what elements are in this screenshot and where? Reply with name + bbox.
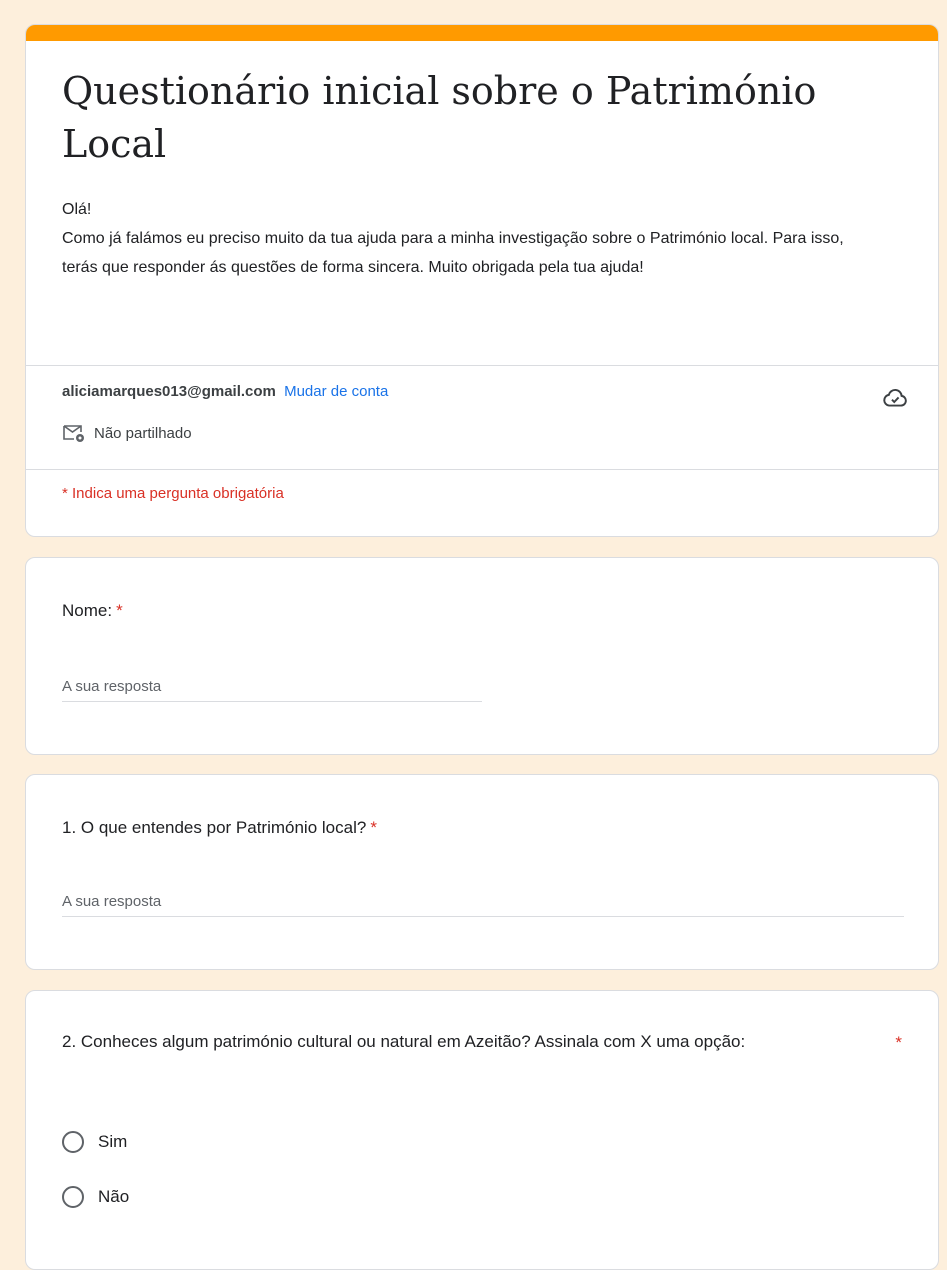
required-asterisk: * <box>116 601 123 620</box>
radio-label: Não <box>98 1187 130 1206</box>
question-text: 1. O que entendes por Património local? <box>62 818 367 837</box>
required-asterisk: * <box>370 818 377 837</box>
question-text: 2. Conheces algum património cultural ou… <box>62 1032 746 1051</box>
form-header-card: Questionário inicial sobre o Património … <box>25 24 939 537</box>
question-title: 1. O que entendes por Património local? * <box>62 813 377 842</box>
radio-option-nao[interactable]: Não <box>62 1186 129 1208</box>
question-card-2: 2. Conheces algum património cultural ou… <box>25 990 939 1270</box>
radio-button[interactable] <box>62 1131 84 1153</box>
name-input[interactable] <box>62 678 482 702</box>
mail-lock-icon <box>63 425 84 442</box>
radio-button[interactable] <box>62 1186 84 1208</box>
divider <box>26 469 938 470</box>
divider <box>26 365 938 366</box>
radio-label: Sim <box>98 1132 128 1151</box>
share-status-text: Não partilhado <box>94 424 192 442</box>
radio-option-sim[interactable]: Sim <box>62 1131 127 1153</box>
cloud-check-icon <box>883 388 907 407</box>
account-email: aliciamarques013@gmail.com <box>62 383 276 400</box>
form-title: Questionário inicial sobre o Património … <box>62 69 817 167</box>
question-title: 2. Conheces algum património cultural ou… <box>62 1027 862 1056</box>
question-card-1: 1. O que entendes por Património local? * <box>25 774 939 970</box>
form-description: Olá! Como já falámos eu preciso muito da… <box>62 201 844 276</box>
question-text: Nome: <box>62 601 113 620</box>
share-status-row: Não partilhado <box>62 423 192 443</box>
account-row: aliciamarques013@gmail.com Mudar de cont… <box>62 383 388 400</box>
accent-bar <box>26 25 938 41</box>
question-title: Nome: * <box>62 596 123 625</box>
switch-account-link[interactable]: Mudar de conta <box>284 383 388 400</box>
answer-input[interactable] <box>62 893 904 917</box>
required-asterisk: * <box>895 1033 902 1052</box>
question-card-name: Nome: * <box>25 557 939 755</box>
required-note: * Indica uma pergunta obrigatória <box>62 485 284 502</box>
